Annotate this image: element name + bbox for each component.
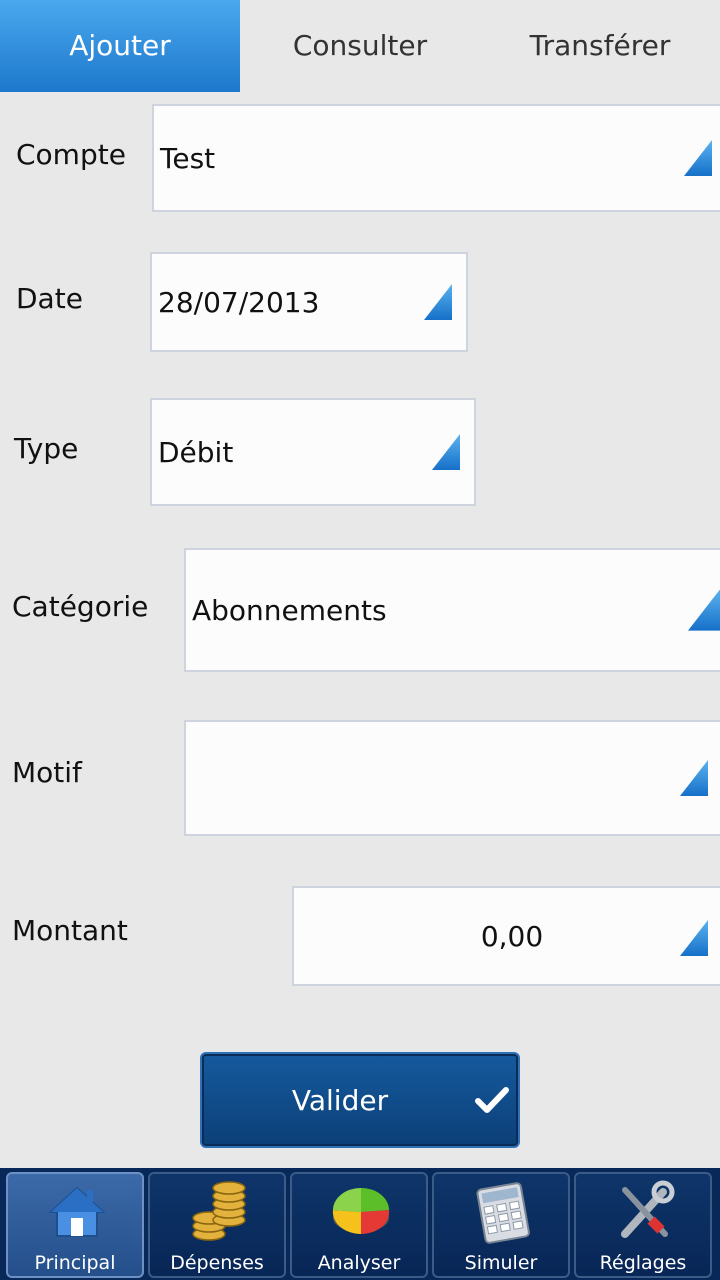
pie-chart-icon — [332, 1188, 390, 1235]
date-label: Date — [16, 282, 83, 315]
category-dropdown[interactable]: Abonnements — [184, 548, 720, 672]
category-label: Catégorie — [12, 590, 149, 623]
nav-simulate-label: Simuler — [464, 1252, 538, 1274]
nav-main[interactable]: Principal — [6, 1172, 144, 1278]
dropdown-arrow-icon — [424, 284, 452, 320]
tab-bar: Ajouter Consulter Transférer — [0, 0, 720, 92]
bottom-nav: Principal Dépenses Analyser Simuler Régl… — [0, 1168, 720, 1280]
date-picker[interactable]: 28/07/2013 — [150, 252, 468, 352]
amount-value: 0,00 — [480, 919, 544, 953]
tab-add[interactable]: Ajouter — [0, 0, 240, 92]
type-value: Débit — [158, 435, 234, 469]
checkmark-icon — [475, 1087, 509, 1113]
dropdown-arrow-icon — [688, 589, 720, 631]
account-value: Test — [160, 141, 216, 175]
nav-expenses-label: Dépenses — [170, 1252, 264, 1274]
nav-simulate[interactable]: Simuler — [432, 1172, 570, 1278]
house-icon — [48, 1186, 106, 1237]
account-label: Compte — [16, 138, 126, 171]
dropdown-arrow-icon — [432, 434, 460, 470]
amount-input[interactable]: 0,00 — [292, 886, 720, 986]
nav-expenses[interactable]: Dépenses — [148, 1172, 286, 1278]
dropdown-arrow-icon — [684, 140, 712, 176]
validate-label: Valider — [291, 1083, 389, 1117]
amount-label: Montant — [12, 914, 128, 947]
nav-main-label: Principal — [34, 1252, 116, 1274]
reason-label: Motif — [12, 756, 82, 789]
category-value: Abonnements — [192, 593, 387, 627]
tab-view[interactable]: Consulter — [240, 0, 480, 92]
type-label: Type — [14, 432, 79, 465]
coins-icon — [192, 1181, 246, 1241]
dropdown-arrow-icon — [680, 920, 708, 956]
tab-transfer[interactable]: Transférer — [480, 0, 720, 92]
account-dropdown[interactable]: Test — [152, 104, 720, 212]
type-dropdown[interactable]: Débit — [150, 398, 476, 506]
calculator-icon — [476, 1182, 530, 1244]
validate-button[interactable]: Valider — [200, 1052, 520, 1148]
nav-analyze[interactable]: Analyser — [290, 1172, 428, 1278]
tools-icon — [621, 1180, 675, 1238]
nav-settings[interactable]: Réglages — [574, 1172, 712, 1278]
nav-analyze-label: Analyser — [317, 1252, 401, 1274]
reason-dropdown[interactable] — [184, 720, 720, 836]
nav-settings-label: Réglages — [599, 1252, 687, 1274]
dropdown-arrow-icon — [680, 760, 708, 796]
date-value: 28/07/2013 — [158, 285, 320, 319]
